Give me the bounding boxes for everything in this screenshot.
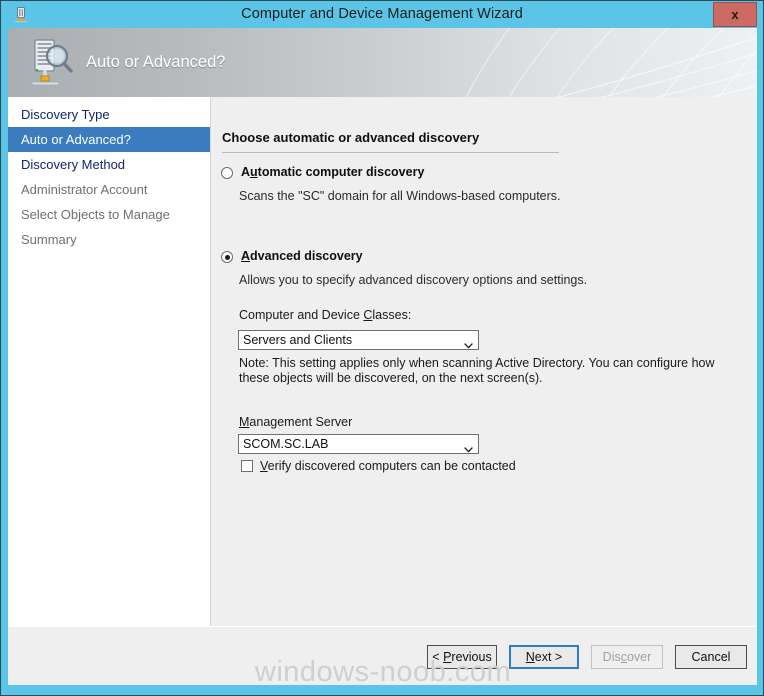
radio-automatic-discovery-label: Automatic computer discovery: [241, 165, 425, 179]
computer-device-classes-dropdown[interactable]: Servers and Clients: [238, 330, 479, 350]
sidebar-item-discovery-type[interactable]: Discovery Type: [8, 102, 210, 127]
heading-divider: [222, 152, 559, 153]
classes-note-text: Note: This setting applies only when sca…: [239, 356, 715, 385]
management-server-label: Management Server: [239, 415, 353, 429]
window-title: Computer and Device Management Wizard: [241, 6, 523, 22]
management-server-dropdown[interactable]: SCOM.SC.LAB: [238, 434, 479, 454]
server-discovery-icon: [23, 36, 77, 90]
radio-advanced-discovery[interactable]: Advanced discovery: [221, 249, 363, 264]
computer-device-classes-value: Servers and Clients: [243, 333, 353, 347]
advanced-discovery-description: Allows you to specify advanced discovery…: [239, 273, 588, 287]
page-title: Choose automatic or advanced discovery: [222, 130, 480, 145]
radio-automatic-discovery[interactable]: Automatic computer discovery: [221, 165, 424, 180]
next-button[interactable]: Next >: [509, 645, 579, 669]
content-pane: Choose automatic or advanced discovery A…: [211, 97, 757, 626]
verify-computers-checkbox[interactable]: Verify discovered computers can be conta…: [241, 459, 516, 473]
sidebar-item-summary: Summary: [21, 232, 77, 247]
chevron-down-icon: [464, 336, 473, 349]
verify-computers-label: Verify discovered computers can be conta…: [260, 459, 516, 473]
computer-device-classes-label: Computer and Device Classes:: [239, 308, 412, 322]
sidebar-item-discovery-method[interactable]: Discovery Method: [8, 152, 210, 177]
wizard-window: Computer and Device Management Wizard x: [0, 0, 764, 696]
sidebar-item-auto-or-advanced[interactable]: Auto or Advanced?: [8, 127, 210, 152]
discover-button: Discover: [591, 645, 663, 669]
chevron-down-icon: [464, 440, 473, 453]
title-bar: Computer and Device Management Wizard x: [1, 1, 763, 28]
header-title: Auto or Advanced?: [86, 53, 226, 71]
radio-circle-icon: [221, 167, 233, 179]
sidebar-item-administrator-account: Administrator Account: [21, 182, 148, 197]
wizard-header: Auto or Advanced?: [8, 28, 757, 97]
cancel-button[interactable]: Cancel: [675, 645, 747, 669]
radio-circle-filled-icon: [221, 251, 233, 263]
automatic-discovery-description: Scans the "SC" domain for all Windows-ba…: [239, 189, 561, 203]
close-button[interactable]: x: [713, 2, 757, 27]
wizard-footer: < Previous Next > Discover Cancel: [8, 626, 757, 685]
radio-advanced-discovery-label: Advanced discovery: [241, 249, 363, 263]
checkbox-box-icon: [241, 460, 253, 472]
mesh-decoration: [465, 28, 757, 97]
management-server-value: SCOM.SC.LAB: [243, 437, 329, 451]
sidebar-item-select-objects-to-manage: Select Objects to Manage: [21, 207, 170, 222]
wizard-steps-sidebar: Discovery Type Auto or Advanced? Discove…: [8, 97, 211, 626]
previous-button[interactable]: < Previous: [427, 645, 497, 669]
